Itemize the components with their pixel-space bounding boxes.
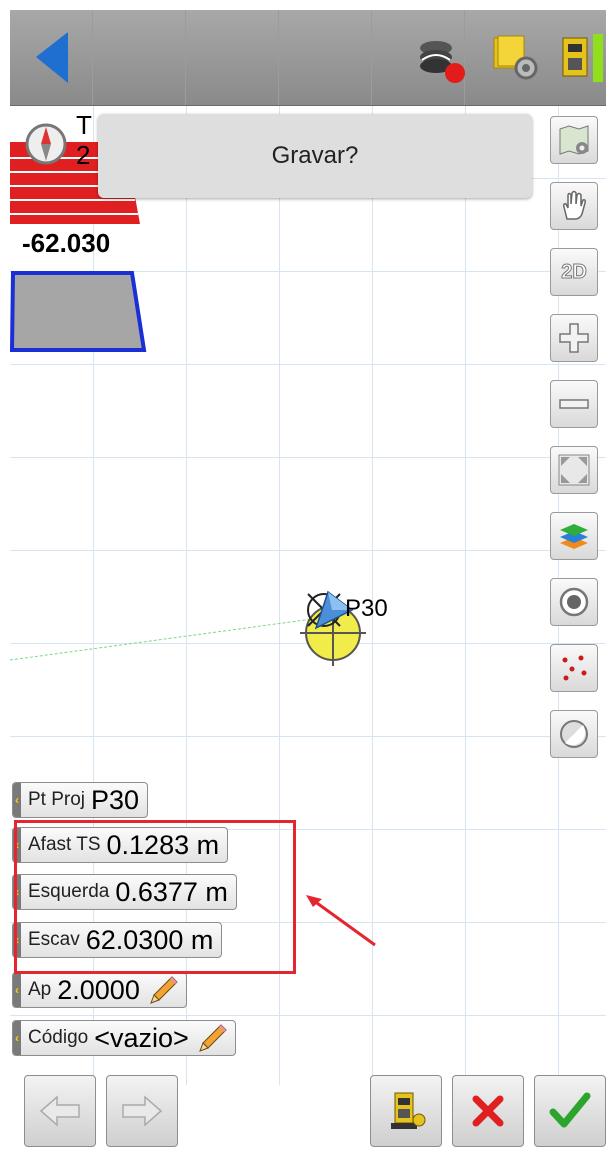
view-2d-button[interactable]: 2D [550,248,598,296]
field-value: <vazio> [94,1022,189,1053]
field-label: Pt Proj [28,789,86,810]
zoom-out-button[interactable] [550,380,598,428]
layers-icon [560,524,588,549]
prev-button[interactable] [24,1075,96,1147]
field-ap[interactable]: ‹ Ap 2.0000 [12,972,187,1008]
toggle-button[interactable] [550,710,598,758]
field-value: 2.0000 [57,974,140,1005]
pan-button[interactable] [550,182,598,230]
annotation-arrow-icon [306,895,376,947]
zoom-in-icon [559,323,589,353]
truncated-label: T [76,110,92,140]
map-features [10,590,366,666]
map-settings-icon [559,125,589,155]
zoom-in-button[interactable] [550,314,598,362]
top-bar-divider [92,10,93,105]
points-button[interactable] [550,644,598,692]
top-bar-divider [185,10,186,105]
back-arrow-icon[interactable] [32,30,72,85]
top-bar-divider [371,10,372,105]
record-dialog[interactable]: Gravar? [98,114,532,198]
field-value: P30 [91,784,140,815]
target-icon [559,587,589,617]
instrument-icon [391,1092,426,1129]
field-expand-tab[interactable]: ‹ [13,1021,21,1055]
field-label: Código [28,1027,89,1048]
prev-arrow-icon [39,1095,80,1127]
pan-hand-icon [563,190,586,220]
field-expand-tab[interactable]: ‹ [13,783,21,817]
cancel-icon [472,1095,504,1127]
instrument-status-icon[interactable] [555,30,606,86]
accept-icon [549,1092,591,1128]
view-2d-icon: 2D [561,260,588,283]
zoom-out-icon [559,399,589,409]
field-expand-tab[interactable]: ‹ [13,973,21,1007]
truncated-value: 2 [76,140,91,170]
survey-layers-record-icon[interactable] [412,30,468,86]
next-button[interactable] [106,1075,178,1147]
field-label: Ap [28,979,52,1000]
app-screen: T 2 Gravar? -62.030 P30 2D ‹ Pt Proj P30… [10,10,606,1153]
point-label: P30 [345,595,388,622]
zoom-extents-button[interactable] [550,446,598,494]
field-pt-proj[interactable]: ‹ Pt Proj P30 [12,782,149,818]
top-bar-divider [278,10,279,105]
layers-button[interactable] [550,512,598,560]
target-button[interactable] [550,578,598,626]
field-codigo[interactable]: ‹ Código <vazio> [12,1020,236,1056]
points-icon [562,655,587,681]
instrument-button[interactable] [370,1075,442,1147]
pencil-icon[interactable] [197,1022,229,1054]
cross-section-graphic [10,271,147,352]
annotation-highlight-box [14,820,296,974]
dialog-text: Gravar? [271,142,359,169]
next-arrow-icon [122,1095,163,1127]
toggle-icon [560,720,588,748]
compass-icon[interactable] [24,122,68,166]
map-settings-button[interactable] [550,116,598,164]
zoom-extents-icon [558,454,590,486]
accept-button[interactable] [534,1075,606,1147]
top-bar [10,10,606,106]
cancel-button[interactable] [452,1075,524,1147]
job-settings-icon[interactable] [488,30,544,86]
pencil-icon[interactable] [148,974,180,1006]
